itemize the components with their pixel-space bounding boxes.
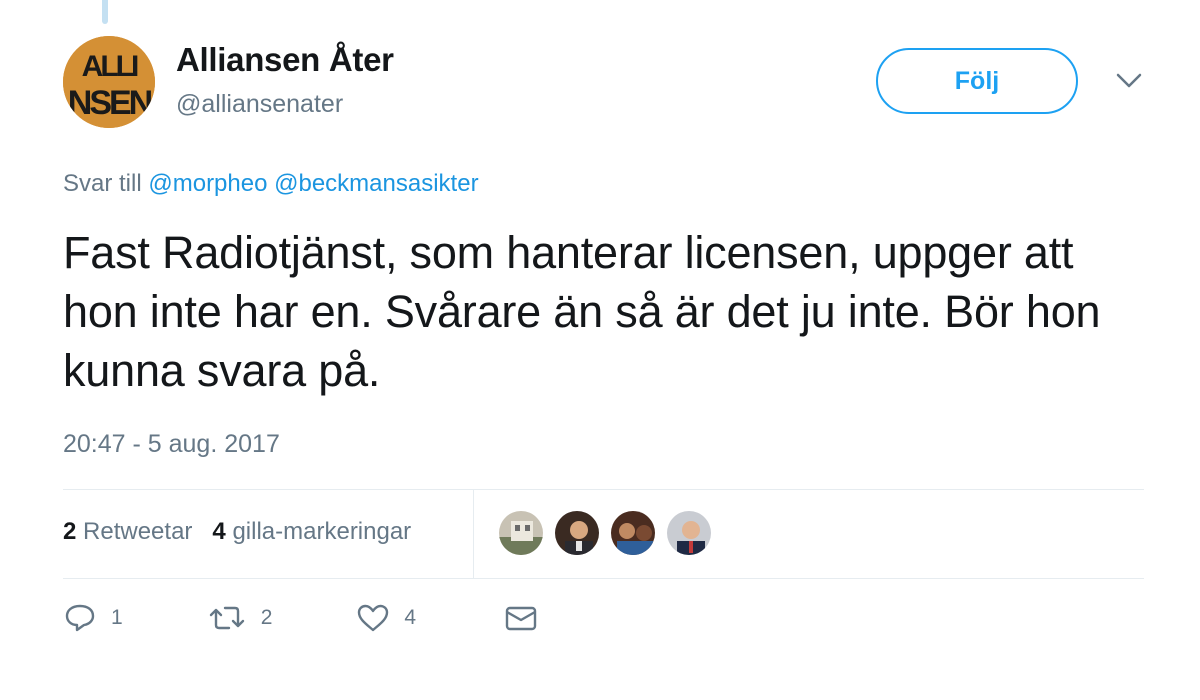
tweet-timestamp[interactable]: 20:47 - 5 aug. 2017 — [63, 430, 280, 459]
divider — [63, 489, 1144, 490]
retweets-count: 2 — [63, 518, 77, 545]
reply-count: 1 — [111, 606, 123, 629]
tweet-actions: 1 2 4 — [63, 603, 538, 633]
like-count: 4 — [404, 606, 417, 629]
divider — [63, 578, 1144, 579]
reply-icon — [65, 604, 95, 632]
chevron-down-icon[interactable] — [1115, 71, 1143, 91]
liker-avatar[interactable] — [665, 509, 713, 557]
liker-avatar[interactable] — [497, 509, 545, 557]
liker-avatar[interactable] — [609, 509, 657, 557]
liker-avatar[interactable] — [553, 509, 601, 557]
divider — [473, 490, 474, 578]
mention-link[interactable]: @beckmansasikter — [274, 170, 478, 197]
avatar[interactable]: ALLI NSEN — [63, 36, 155, 128]
likes-count: 4 — [212, 518, 226, 545]
tweet-stats: 2 Retweetar 4 gilla-markeringar — [63, 518, 411, 546]
retweets-stat[interactable]: 2 Retweetar — [63, 518, 192, 546]
tweet-text: Fast Radiotjänst, som hanterar licensen,… — [63, 227, 1101, 396]
svg-text:ALLI: ALLI — [82, 50, 138, 83]
thread-connector-line — [102, 0, 108, 24]
follow-button[interactable]: Följ — [876, 48, 1078, 114]
mention-link[interactable]: @morpheo — [148, 170, 267, 197]
likes-stat[interactable]: 4 gilla-markeringar — [212, 518, 411, 546]
message-icon — [505, 606, 537, 631]
likers-avatars — [497, 509, 713, 557]
retweet-icon — [209, 606, 244, 630]
retweet-action[interactable]: 2 — [207, 603, 273, 633]
like-action[interactable]: 4 — [356, 603, 416, 633]
reply-context: Svar till @morpheo @beckmansasikter — [63, 170, 479, 198]
retweet-count: 2 — [260, 606, 273, 629]
reply-action[interactable]: 1 — [63, 603, 123, 633]
likes-label: gilla-markeringar — [232, 518, 412, 545]
like-icon — [358, 604, 389, 632]
author-name[interactable]: Alliansen Åter — [176, 41, 394, 79]
svg-text:NSEN: NSEN — [68, 84, 152, 122]
retweets-label: Retweetar — [83, 518, 193, 545]
author-handle[interactable]: @alliansenater — [176, 90, 343, 119]
message-action[interactable] — [504, 603, 538, 633]
reply-prefix: Svar till — [63, 170, 142, 197]
